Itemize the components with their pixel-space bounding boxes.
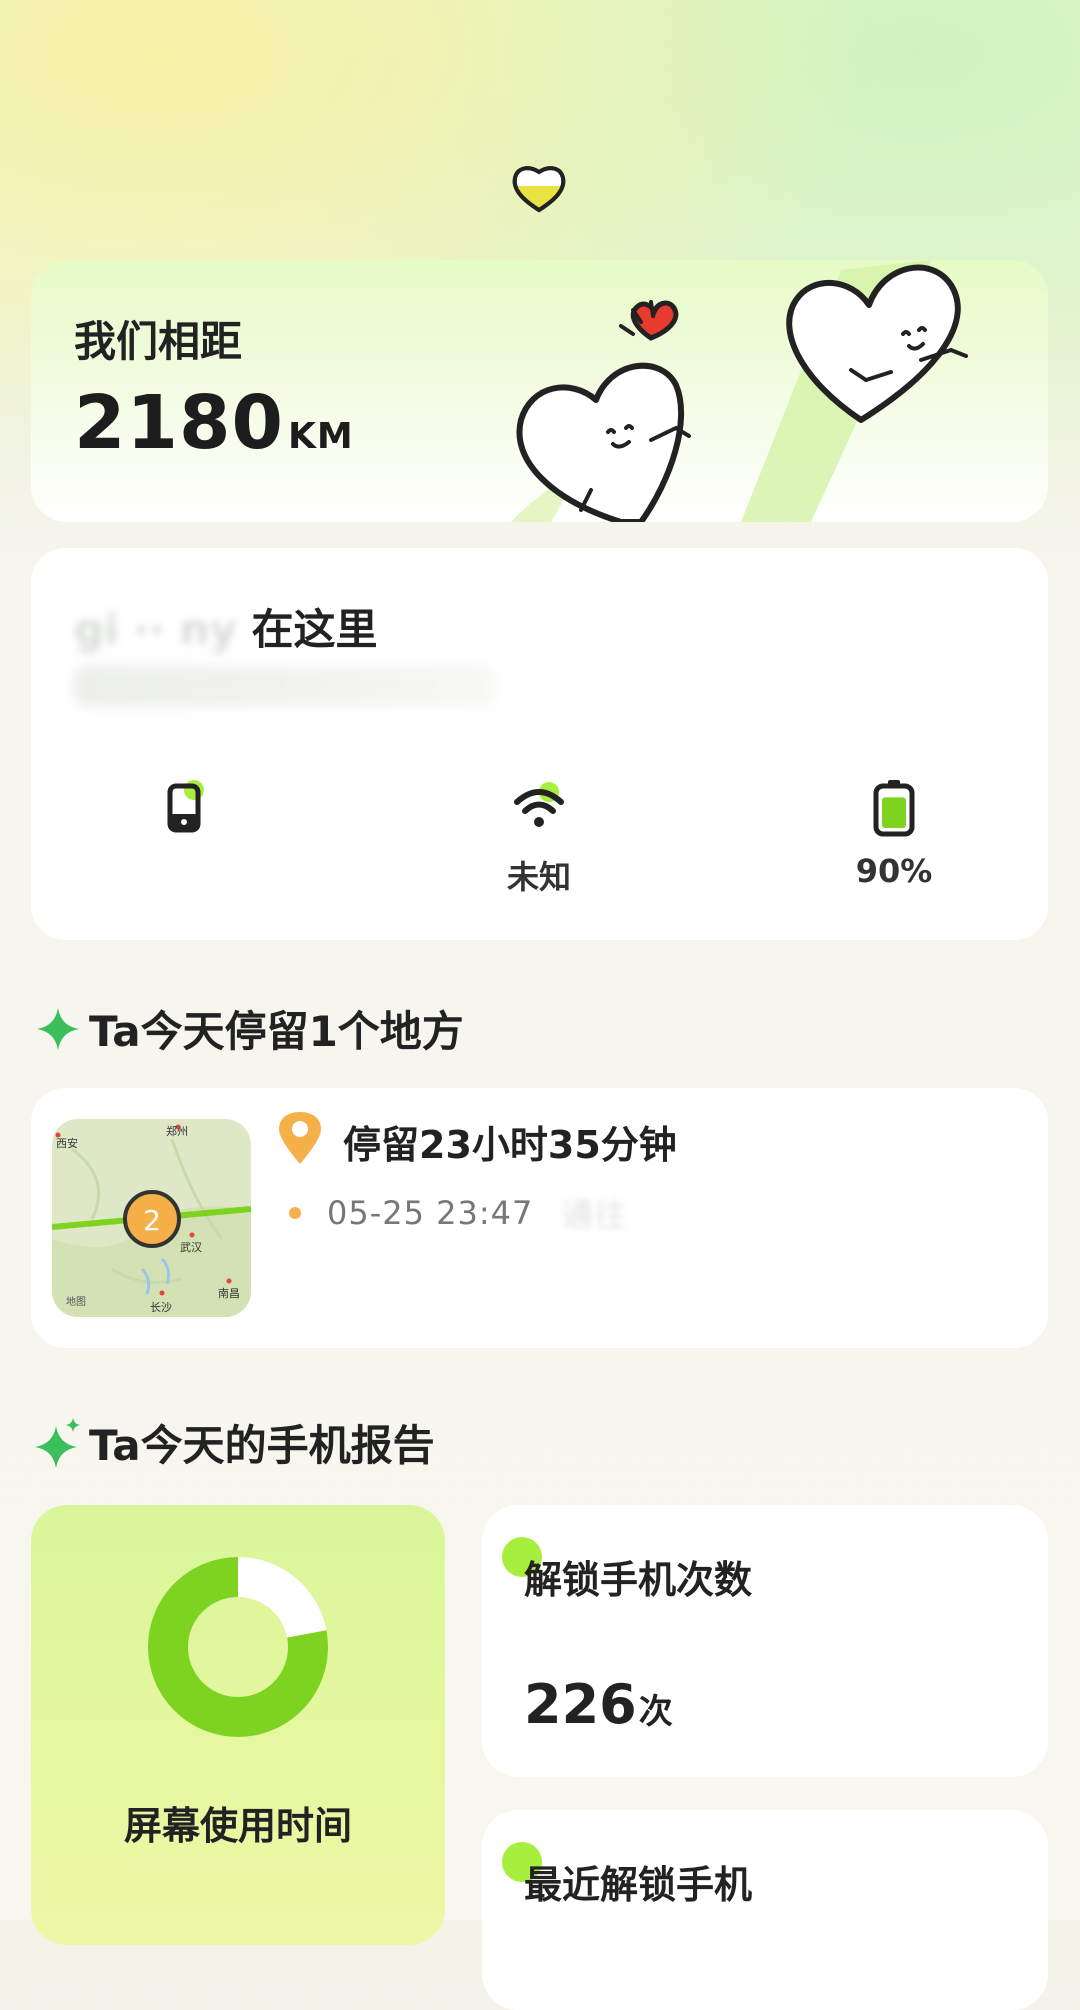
map-city-wuhan: 武汉 bbox=[180, 1241, 202, 1254]
map-attribution: 地图 bbox=[66, 1295, 86, 1308]
wifi-icon bbox=[509, 778, 569, 838]
location-pin-icon bbox=[279, 1112, 321, 1164]
location-title: gi ·· ny 在这里 bbox=[74, 596, 378, 657]
map-city-nanchang: 南昌 bbox=[218, 1287, 240, 1300]
places-section-title-text: Ta今天停留1个地方 bbox=[89, 1007, 464, 1056]
stay-address-blurred: 通往 bbox=[561, 1196, 628, 1234]
report-section-title-text: Ta今天的手机报告 bbox=[89, 1421, 435, 1470]
location-card[interactable]: gi ·· ny 在这里 未知 90% bbox=[31, 548, 1048, 940]
phone-status-value bbox=[84, 852, 284, 892]
stay-time-row: 05-25 23:47 通往 bbox=[289, 1190, 627, 1236]
places-section-title: Ta今天停留1个地方 bbox=[35, 998, 464, 1059]
battery-status-value: 90% bbox=[855, 852, 933, 890]
battery-status[interactable]: 90% bbox=[794, 778, 994, 892]
map-city-xian: 西安 bbox=[56, 1136, 78, 1150]
distance-unit: KM bbox=[287, 416, 354, 457]
map-thumbnail[interactable]: 2 郑州 西安 武汉 南昌 长沙 地图 bbox=[52, 1119, 251, 1317]
recent-unlock-label: 最近解锁手机 bbox=[524, 1863, 753, 1907]
partner-name-blurred: gi ·· ny bbox=[74, 605, 237, 654]
location-title-suffix: 在这里 bbox=[251, 605, 378, 654]
phone-icon bbox=[154, 778, 214, 838]
screen-time-ring bbox=[148, 1557, 328, 1737]
phone-status[interactable] bbox=[84, 778, 284, 892]
screen-time-card[interactable]: 屏幕使用时间 bbox=[31, 1505, 445, 1945]
sparkle-icon bbox=[35, 1417, 80, 1468]
wifi-status[interactable]: 未知 bbox=[439, 778, 639, 896]
unlock-count-unit: 次 bbox=[638, 1692, 673, 1732]
heart-logo-icon bbox=[512, 166, 566, 213]
map-city-zhengzhou: 郑州 bbox=[166, 1124, 188, 1138]
distance-label: 我们相距 bbox=[74, 317, 243, 366]
recent-unlock-card[interactable]: 最近解锁手机 bbox=[482, 1810, 1048, 2010]
sparkle-icon bbox=[37, 1007, 79, 1050]
distance-card[interactable]: 我们相距 2180 KM bbox=[31, 260, 1048, 522]
report-section-title: Ta今天的手机报告 bbox=[35, 1412, 435, 1473]
stay-start-time: 05-25 23:47 bbox=[327, 1194, 534, 1232]
unlock-count-label: 解锁手机次数 bbox=[524, 1558, 753, 1602]
screen-time-label: 屏幕使用时间 bbox=[123, 1804, 352, 1848]
unlock-count-number: 226 bbox=[524, 1673, 637, 1736]
timeline-dot bbox=[289, 1207, 301, 1219]
stay-duration: 停留23小时35分钟 bbox=[343, 1123, 677, 1167]
unlock-count-card[interactable]: 解锁手机次数 226次 bbox=[482, 1505, 1048, 1777]
battery-icon bbox=[864, 778, 924, 838]
wifi-status-value: 未知 bbox=[506, 858, 571, 896]
hugging-hearts-illustration bbox=[511, 260, 968, 522]
distance-number: 2180 bbox=[74, 380, 284, 466]
unlock-count-value: 226次 bbox=[524, 1673, 673, 1736]
address-blurred bbox=[74, 666, 494, 706]
stay-card[interactable]: 2 郑州 西安 武汉 南昌 长沙 地图 停留23小时35分钟 05-25 23:… bbox=[31, 1088, 1048, 1348]
map-city-changsha: 长沙 bbox=[150, 1301, 172, 1314]
map-cluster-count: 2 bbox=[143, 1204, 161, 1237]
distance-value: 2180 KM bbox=[74, 380, 354, 466]
